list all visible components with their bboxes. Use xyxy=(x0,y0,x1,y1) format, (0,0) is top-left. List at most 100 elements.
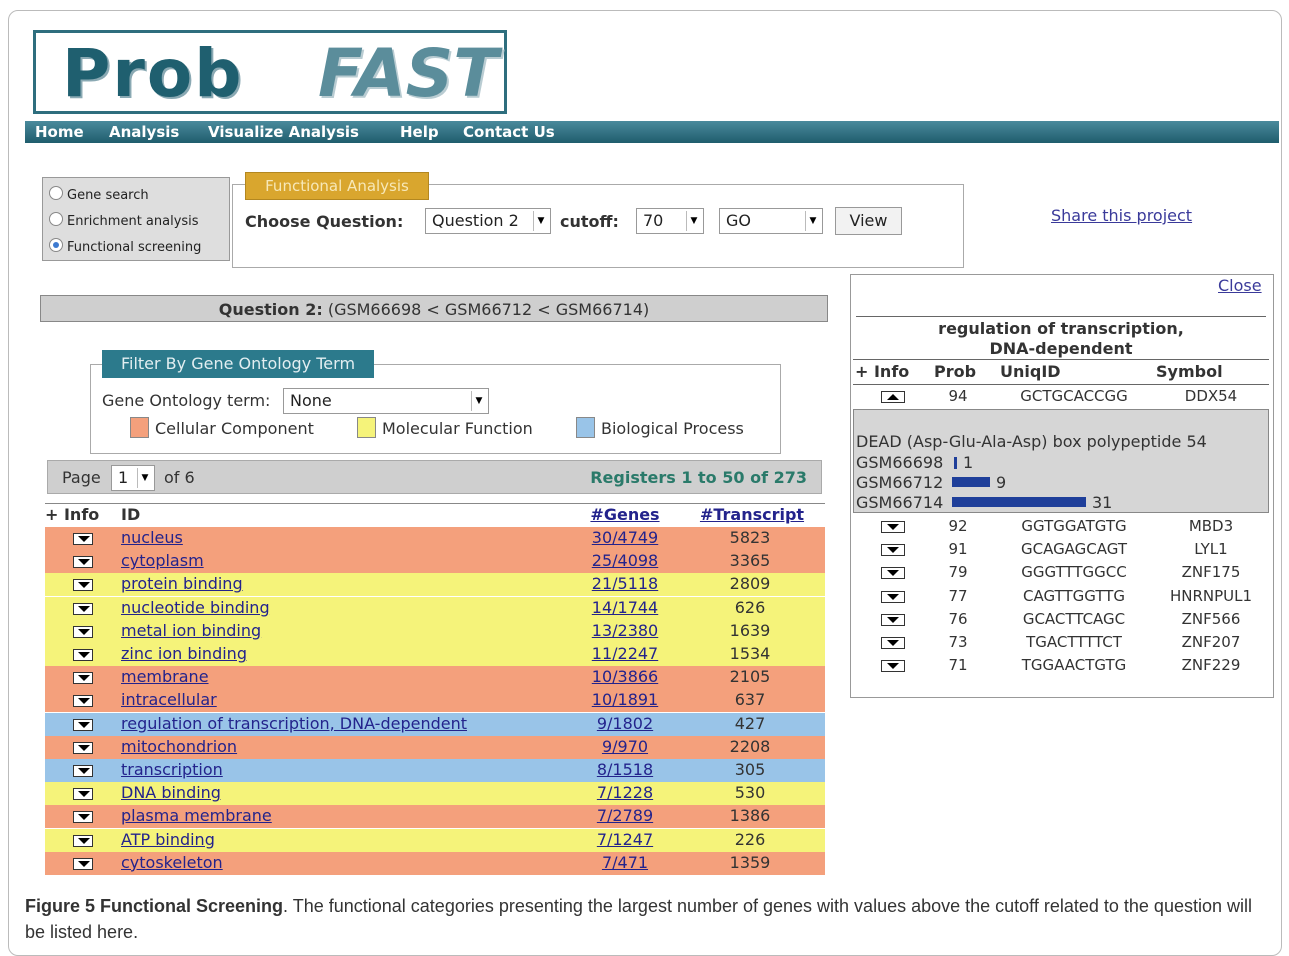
nav-analysis[interactable]: Analysis xyxy=(109,123,179,141)
genes-count-link[interactable]: 7/471 xyxy=(575,853,675,872)
close-link[interactable]: Close xyxy=(1218,276,1262,295)
question-bar: Question 2: (GSM66698 < GSM66712 < GSM66… xyxy=(40,295,828,322)
dropdown-arrow-icon: ▼ xyxy=(471,391,486,411)
expand-icon[interactable] xyxy=(73,533,93,545)
genes-count-link[interactable]: 10/3866 xyxy=(575,667,675,686)
prob-value: 77 xyxy=(948,586,968,605)
filter-tab[interactable]: Filter By Gene Ontology Term xyxy=(102,350,374,378)
page-select[interactable]: 1 ▼ xyxy=(111,465,155,491)
mode-enrichment-analysis[interactable]: Enrichment analysis xyxy=(49,212,199,229)
question-bar-title: Question 2: xyxy=(218,300,323,319)
nav-contact-us[interactable]: Contact Us xyxy=(463,123,555,141)
legend-molecular-function: Molecular Function xyxy=(357,417,533,438)
expand-icon[interactable] xyxy=(73,857,93,870)
expand-icon[interactable] xyxy=(881,521,905,533)
panel-header-uniqid: UniqID xyxy=(1000,362,1061,381)
expand-icon[interactable] xyxy=(881,567,905,580)
probfast-logo[interactable]: Prob FAST xyxy=(33,30,507,114)
page-label: Page xyxy=(62,468,101,487)
go-term-link[interactable]: ATP binding xyxy=(121,830,215,849)
expand-icon[interactable] xyxy=(73,695,93,708)
radio-selected-icon[interactable] xyxy=(49,238,63,252)
genes-count-link[interactable]: 25/4098 xyxy=(575,551,675,570)
mode-gene-search[interactable]: Gene search xyxy=(49,186,149,203)
expand-icon[interactable] xyxy=(73,625,93,638)
ontology-source-select[interactable]: GO ▼ xyxy=(719,208,823,234)
nav-visualize-analysis[interactable]: Visualize Analysis xyxy=(208,123,359,141)
genes-count-link[interactable]: 21/5118 xyxy=(575,574,675,593)
legend-swatch xyxy=(576,417,595,438)
sample-label: GSM66714 xyxy=(856,493,944,512)
go-term-link[interactable]: zinc ion binding xyxy=(121,644,247,663)
nav-help[interactable]: Help xyxy=(400,123,439,141)
genes-count-link[interactable]: 14/1744 xyxy=(575,598,675,617)
genes-count-link[interactable]: 7/2789 xyxy=(575,806,675,825)
go-term-link[interactable]: DNA binding xyxy=(121,783,221,802)
transcript-count: 2208 xyxy=(729,736,771,756)
go-term-link[interactable]: regulation of transcription, DNA-depende… xyxy=(121,714,467,733)
transcript-count: 3365 xyxy=(729,551,771,571)
header-genes-sort[interactable]: #Genes xyxy=(575,505,675,524)
go-term-link[interactable]: nucleotide binding xyxy=(121,598,270,617)
view-button[interactable]: View xyxy=(835,207,902,235)
genes-count-link[interactable]: 7/1228 xyxy=(575,783,675,802)
expand-icon[interactable] xyxy=(73,718,93,731)
expand-icon[interactable] xyxy=(73,788,93,801)
go-term-link[interactable]: protein binding xyxy=(121,574,243,593)
expand-icon[interactable] xyxy=(881,613,905,626)
go-term-link[interactable]: transcription xyxy=(121,760,223,779)
expand-icon[interactable] xyxy=(73,556,93,569)
go-term-select[interactable]: None ▼ xyxy=(283,388,489,414)
expand-icon[interactable] xyxy=(881,590,905,603)
gene-detail: DEAD (Asp-Glu-Ala-Asp) box polypeptide 5… xyxy=(853,409,1269,513)
expand-icon[interactable] xyxy=(73,765,93,777)
expand-icon[interactable] xyxy=(73,834,93,847)
cutoff-select[interactable]: 70 ▼ xyxy=(636,208,704,234)
transcript-count: 2809 xyxy=(729,574,771,594)
transcript-count: 1639 xyxy=(729,620,771,640)
go-term-link[interactable]: plasma membrane xyxy=(121,806,272,825)
functional-analysis-tab[interactable]: Functional Analysis xyxy=(245,172,429,200)
header-transcript-sort[interactable]: #Transcript xyxy=(695,505,809,524)
go-term-link[interactable]: mitochondrion xyxy=(121,737,237,756)
radio-icon[interactable] xyxy=(49,212,63,226)
radio-icon[interactable] xyxy=(49,186,63,200)
go-term-link[interactable]: cytoskeleton xyxy=(121,853,223,872)
genes-count-link[interactable]: 9/970 xyxy=(575,737,675,756)
share-project-link[interactable]: Share this project xyxy=(1051,206,1192,225)
go-term-link[interactable]: intracellular xyxy=(121,690,217,709)
transcript-count: 626 xyxy=(734,597,766,617)
genes-count-link[interactable]: 9/1802 xyxy=(575,714,675,733)
genes-count-link[interactable]: 10/1891 xyxy=(575,690,675,709)
panel-header-symbol: Symbol xyxy=(1156,362,1223,381)
table-row: zinc ion binding 11/2247 1534 xyxy=(45,643,825,666)
go-term-link[interactable]: membrane xyxy=(121,667,209,686)
genes-count-link[interactable]: 11/2247 xyxy=(575,644,675,663)
go-term-link[interactable]: nucleus xyxy=(121,528,183,547)
genes-count-link[interactable]: 7/1247 xyxy=(575,830,675,849)
mode-functional-screening[interactable]: Functional screening xyxy=(49,238,201,255)
genes-count-link[interactable]: 13/2380 xyxy=(575,621,675,640)
go-term-link[interactable]: metal ion binding xyxy=(121,621,261,640)
nav-home[interactable]: Home xyxy=(35,123,84,141)
expand-icon[interactable] xyxy=(73,579,93,592)
expand-icon[interactable] xyxy=(73,741,93,754)
panel-table-header: + Info Prob UniqID Symbol xyxy=(853,359,1269,385)
genes-count-link[interactable]: 30/4749 xyxy=(575,528,675,547)
transcript-count: 226 xyxy=(734,829,766,849)
main-nav: Home Analysis Visualize Analysis Help Co… xyxy=(25,121,1279,143)
question-select[interactable]: Question 2 ▼ xyxy=(425,208,551,234)
expand-icon[interactable] xyxy=(73,811,93,824)
collapse-icon[interactable] xyxy=(881,391,905,403)
go-term-link[interactable]: cytoplasm xyxy=(121,551,204,570)
uniqid-value: GGTGGATGTG xyxy=(1021,517,1127,535)
legend-biological-process: Biological Process xyxy=(576,417,744,438)
expand-icon[interactable] xyxy=(73,602,93,615)
expand-icon[interactable] xyxy=(881,637,905,649)
expand-icon[interactable] xyxy=(73,672,93,685)
expand-icon[interactable] xyxy=(881,660,905,673)
expand-icon[interactable] xyxy=(881,544,905,557)
transcript-count: 1534 xyxy=(729,644,771,663)
expand-icon[interactable] xyxy=(73,649,93,661)
genes-count-link[interactable]: 8/1518 xyxy=(575,760,675,779)
